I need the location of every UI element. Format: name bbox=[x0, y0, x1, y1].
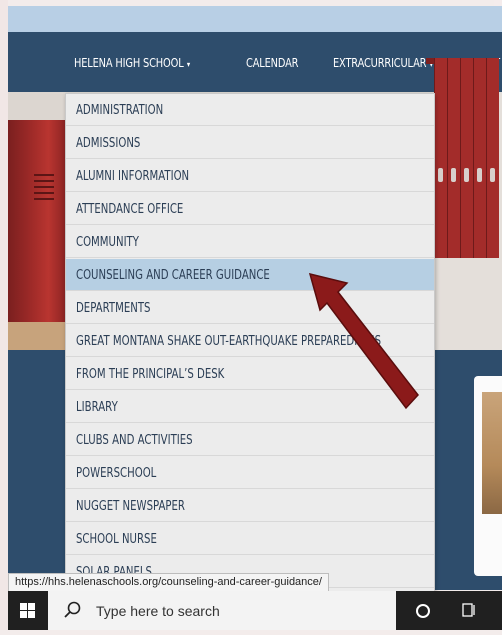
nav-item-helena-high-school[interactable]: HELENA HIGH SCHOOL ▾ bbox=[74, 56, 190, 70]
menu-item-earthquake-preparedness[interactable]: GREAT MONTANA SHAKE OUT-EARTHQUAKE PREPA… bbox=[66, 325, 434, 357]
locker bbox=[447, 58, 460, 258]
menu-item-label: ALUMNI INFORMATION bbox=[76, 169, 190, 184]
menu-item-label: POWERSCHOOL bbox=[76, 466, 157, 481]
page-margin-left bbox=[0, 0, 8, 630]
browser-top-strip bbox=[8, 6, 502, 32]
cortana-icon[interactable] bbox=[416, 604, 430, 618]
menu-item-label: DEPARTMENTS bbox=[76, 301, 151, 316]
menu-item-label: ATTENDANCE OFFICE bbox=[76, 202, 184, 217]
windows-start-icon[interactable] bbox=[8, 591, 48, 630]
menu-item-label: COMMUNITY bbox=[76, 235, 139, 250]
content-card-image bbox=[482, 392, 502, 514]
task-view-icon[interactable] bbox=[460, 601, 478, 619]
school-dropdown-menu: ADMINISTRATION ADMISSIONS ALUMNI INFORMA… bbox=[65, 93, 435, 593]
locker bbox=[473, 58, 486, 258]
search-placeholder: Type here to search bbox=[96, 603, 220, 619]
menu-item-community[interactable]: COMMUNITY bbox=[66, 226, 434, 258]
menu-item-library[interactable]: LIBRARY bbox=[66, 391, 434, 423]
menu-item-label: SCHOOL NURSE bbox=[76, 532, 157, 547]
menu-item-attendance-office[interactable]: ATTENDANCE OFFICE bbox=[66, 193, 434, 225]
menu-item-nugget-newspaper[interactable]: NUGGET NEWSPAPER bbox=[66, 490, 434, 522]
menu-item-label: NUGGET NEWSPAPER bbox=[76, 499, 185, 514]
locker-door-image bbox=[8, 92, 66, 350]
nav-item-calendar[interactable]: CALENDAR bbox=[246, 56, 298, 70]
menu-item-label: ADMISSIONS bbox=[76, 136, 141, 151]
menu-item-label: CLUBS AND ACTIVITIES bbox=[76, 433, 193, 448]
menu-item-label: GREAT MONTANA SHAKE OUT-EARTHQUAKE PREPA… bbox=[76, 334, 382, 349]
nav-item-label: CALENDAR bbox=[246, 56, 299, 70]
link-status-url: https://hhs.helenaschools.org/counseling… bbox=[8, 573, 329, 593]
menu-item-clubs-and-activities[interactable]: CLUBS AND ACTIVITIES bbox=[66, 424, 434, 456]
menu-item-administration[interactable]: ADMINISTRATION bbox=[66, 94, 434, 126]
menu-item-label: COUNSELING AND CAREER GUIDANCE bbox=[76, 268, 270, 283]
search-icon bbox=[64, 601, 81, 618]
menu-item-label: ADMINISTRATION bbox=[76, 103, 164, 118]
menu-item-principals-desk[interactable]: FROM THE PRINCIPAL’S DESK bbox=[66, 358, 434, 390]
menu-item-powerschool[interactable]: POWERSCHOOL bbox=[66, 457, 434, 489]
menu-item-admissions[interactable]: ADMISSIONS bbox=[66, 127, 434, 159]
menu-item-alumni-information[interactable]: ALUMNI INFORMATION bbox=[66, 160, 434, 192]
chevron-down-icon: ▾ bbox=[186, 60, 190, 69]
nav-item-label: EXTRACURRICULAR bbox=[333, 56, 427, 70]
locker bbox=[434, 58, 447, 258]
locker bbox=[460, 58, 473, 258]
menu-item-departments[interactable]: DEPARTMENTS bbox=[66, 292, 434, 324]
menu-item-label: FROM THE PRINCIPAL’S DESK bbox=[76, 367, 225, 382]
nav-item-extracurricular[interactable]: EXTRACURRICULAR ▾ bbox=[333, 56, 433, 70]
menu-item-counseling-and-career-guidance[interactable]: COUNSELING AND CAREER GUIDANCE bbox=[66, 259, 434, 291]
locker bbox=[486, 58, 499, 258]
menu-item-label: LIBRARY bbox=[76, 400, 118, 415]
nav-item-label: HELENA HIGH SCHOOL bbox=[74, 56, 184, 70]
menu-item-school-nurse[interactable]: SCHOOL NURSE bbox=[66, 523, 434, 555]
